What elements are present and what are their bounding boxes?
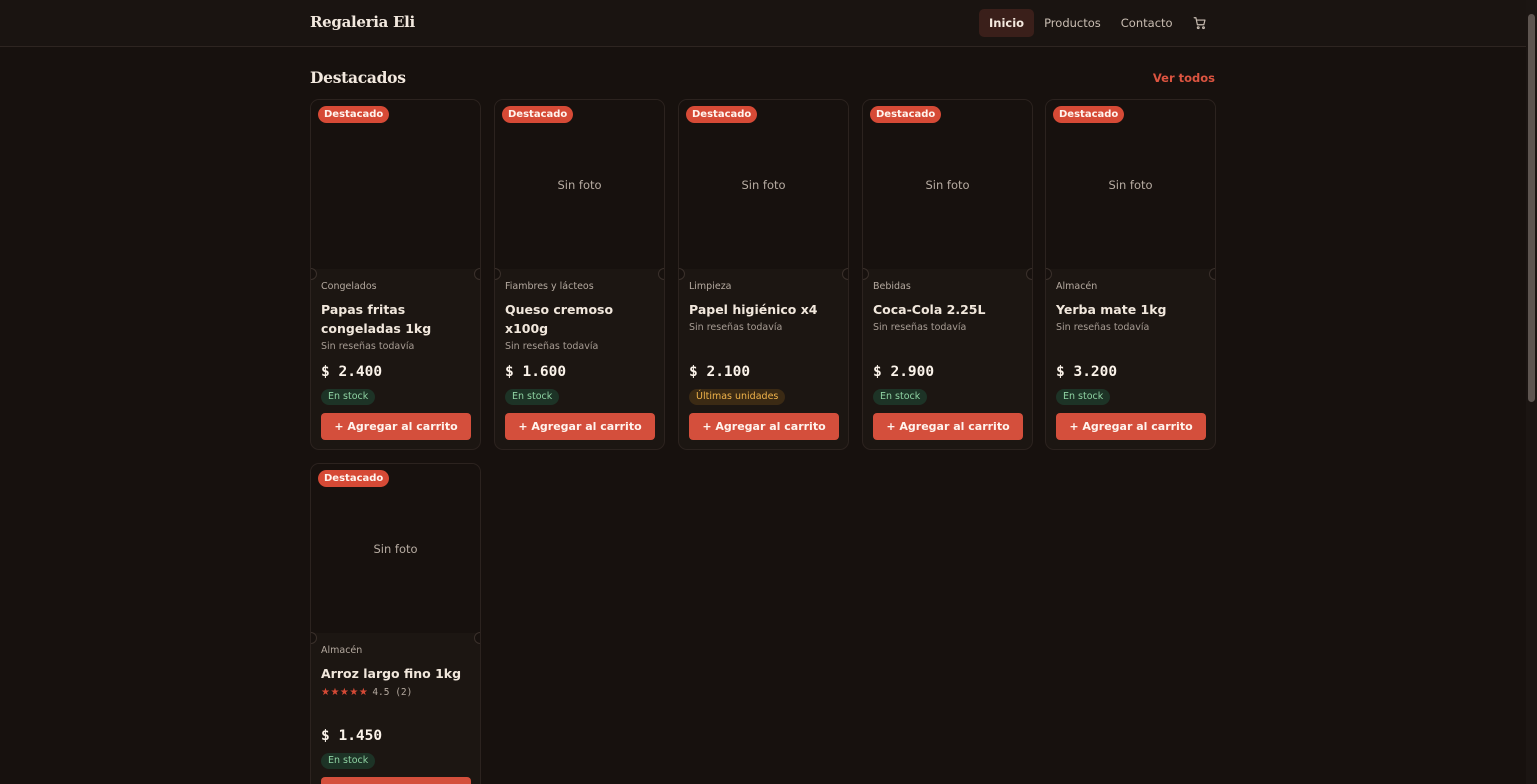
product-name[interactable]: Papel higiénico x4	[689, 300, 838, 319]
card-notch-left	[495, 268, 501, 280]
featured-badge: Destacado	[318, 106, 390, 123]
cart-icon[interactable]	[1189, 12, 1211, 34]
no-photo-label: Sin foto	[373, 541, 418, 556]
product-card[interactable]: Sin foto Destacado Almacén Yerba mate 1k…	[1045, 99, 1216, 450]
card-body: Almacén Yerba mate 1kg Sin reseñas todav…	[1056, 281, 1205, 333]
product-category: Almacén	[1056, 281, 1098, 292]
product-image[interactable]: Sin foto	[495, 100, 664, 269]
product-category: Bebidas	[873, 281, 911, 292]
card-notch-right	[474, 632, 480, 644]
see-all-link[interactable]: Ver todos	[1153, 71, 1215, 85]
card-notch-right	[842, 268, 848, 280]
stock-badge: En stock	[321, 753, 376, 769]
product-card[interactable]: Sin foto Destacado Limpieza Papel higién…	[678, 99, 849, 450]
page-scrollbar[interactable]	[1526, 0, 1537, 784]
card-body: Congelados Papas fritas congeladas 1kg S…	[321, 281, 470, 352]
product-name[interactable]: Queso cremoso x100g	[505, 300, 654, 338]
product-image[interactable]: Sin foto	[311, 464, 480, 633]
add-to-cart-button[interactable]: + Agregar al carrito	[689, 413, 839, 440]
nav-inicio[interactable]: Inicio	[979, 9, 1035, 37]
product-category: Congelados	[321, 281, 377, 292]
product-price: $ 3.200	[1056, 364, 1118, 380]
nav-contacto[interactable]: Contacto	[1111, 9, 1183, 37]
product-image[interactable]: Sin foto	[863, 100, 1032, 269]
card-notch-left	[311, 268, 317, 280]
card-notch-left	[311, 632, 317, 644]
add-to-cart-button[interactable]: + Agregar al carrito	[1056, 413, 1206, 440]
card-body: Bebidas Coca-Cola 2.25L Sin reseñas toda…	[873, 281, 1022, 333]
featured-badge: Destacado	[502, 106, 574, 123]
product-card[interactable]: Sin foto Destacado Bebidas Coca-Cola 2.2…	[862, 99, 1033, 450]
stock-badge: En stock	[873, 389, 928, 405]
card-notch-right	[1209, 268, 1215, 280]
reviews-text: Sin reseñas todavía	[1056, 322, 1150, 333]
featured-badge: Destacado	[1053, 106, 1125, 123]
stock-badge: Últimas unidades	[689, 389, 786, 405]
rating-stars: ★★★★★ 4.5 (2)	[321, 687, 470, 698]
product-price: $ 1.450	[321, 728, 383, 744]
product-card[interactable]: Destacado Congelados Papas fritas congel…	[310, 99, 481, 450]
section-title: Destacados	[310, 68, 406, 87]
product-price: $ 2.400	[321, 364, 383, 380]
add-to-cart-button[interactable]: + Agregar al carrito	[873, 413, 1023, 440]
product-image[interactable]	[311, 100, 480, 269]
product-card[interactable]: Sin foto Destacado Fiambres y lácteos Qu…	[494, 99, 665, 450]
rating-value: 4.5 (2)	[372, 687, 413, 698]
product-name[interactable]: Arroz largo fino 1kg	[321, 664, 470, 683]
product-name[interactable]: Yerba mate 1kg	[1056, 300, 1205, 319]
add-to-cart-button[interactable]: + Agregar al carrito	[321, 413, 471, 440]
product-price: $ 2.900	[873, 364, 935, 380]
product-image[interactable]: Sin foto	[1046, 100, 1215, 269]
product-name[interactable]: Coca-Cola 2.25L	[873, 300, 1022, 319]
stock-badge: En stock	[321, 389, 376, 405]
no-photo-label: Sin foto	[741, 177, 786, 192]
main-nav: Inicio Productos Contacto	[979, 9, 1211, 37]
card-body: Fiambres y lácteos Queso cremoso x100g S…	[505, 281, 654, 352]
site-header: Regaleria Eli Inicio Productos Contacto	[0, 0, 1526, 47]
no-photo-label: Sin foto	[557, 177, 602, 192]
no-photo-label: Sin foto	[925, 177, 970, 192]
product-category: Limpieza	[689, 281, 732, 292]
star-icons: ★★★★★	[321, 687, 369, 698]
product-price: $ 2.100	[689, 364, 751, 380]
reviews-text: Sin reseñas todavía	[689, 322, 783, 333]
product-image[interactable]: Sin foto	[679, 100, 848, 269]
card-notch-left	[863, 268, 869, 280]
card-notch-left	[679, 268, 685, 280]
stock-badge: En stock	[505, 389, 560, 405]
product-category: Almacén	[321, 645, 363, 656]
card-body: Limpieza Papel higiénico x4 Sin reseñas …	[689, 281, 838, 333]
no-photo-label: Sin foto	[1108, 177, 1153, 192]
card-notch-right	[658, 268, 664, 280]
card-body: Almacén Arroz largo fino 1kg ★★★★★ 4.5 (2…	[321, 645, 470, 698]
product-card[interactable]: Sin foto Destacado Almacén Arroz largo f…	[310, 463, 481, 784]
card-notch-left	[1046, 268, 1052, 280]
product-name[interactable]: Papas fritas congeladas 1kg	[321, 300, 470, 338]
card-notch-right	[1026, 268, 1032, 280]
card-notch-right	[474, 268, 480, 280]
reviews-text: Sin reseñas todavía	[873, 322, 967, 333]
nav-productos[interactable]: Productos	[1034, 9, 1111, 37]
scrollbar-thumb[interactable]	[1528, 14, 1535, 402]
reviews-text: Sin reseñas todavía	[321, 341, 415, 352]
product-price: $ 1.600	[505, 364, 567, 380]
featured-badge: Destacado	[870, 106, 942, 123]
stock-badge: En stock	[1056, 389, 1111, 405]
add-to-cart-button[interactable]: + Agregar al carrito	[321, 777, 471, 784]
product-category: Fiambres y lácteos	[505, 281, 594, 292]
featured-badge: Destacado	[318, 470, 390, 487]
add-to-cart-button[interactable]: + Agregar al carrito	[505, 413, 655, 440]
brand-logo[interactable]: Regaleria Eli	[310, 13, 415, 31]
reviews-text: Sin reseñas todavía	[505, 341, 599, 352]
featured-badge: Destacado	[686, 106, 758, 123]
